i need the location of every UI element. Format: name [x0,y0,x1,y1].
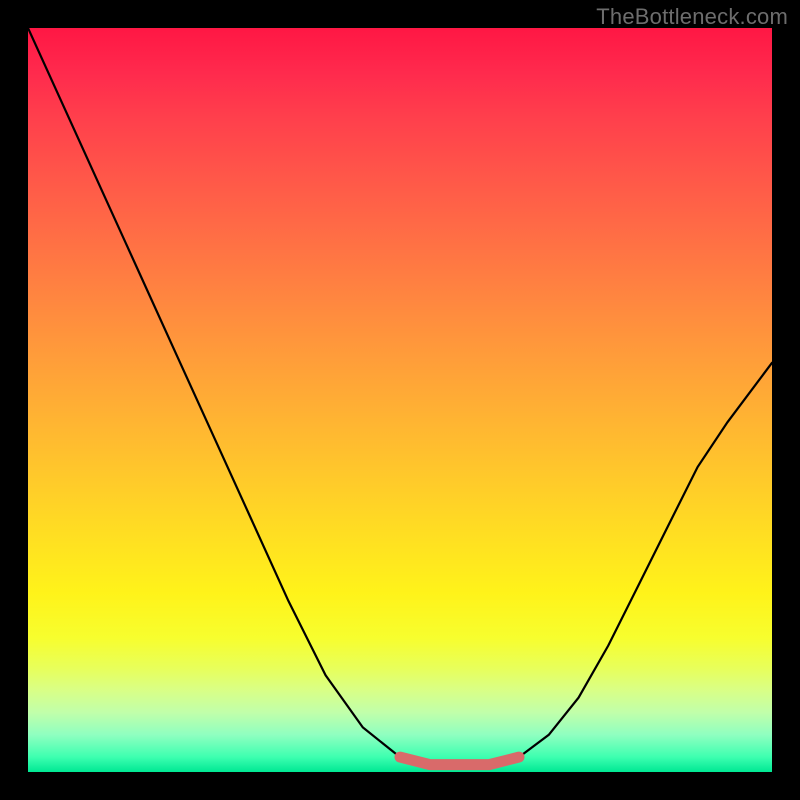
watermark-text: TheBottleneck.com [596,4,788,30]
curve-layer [28,28,772,772]
chart-frame: TheBottleneck.com [0,0,800,800]
plot-area [28,28,772,772]
optimal-band [400,757,519,765]
bottleneck-curve [28,28,772,765]
